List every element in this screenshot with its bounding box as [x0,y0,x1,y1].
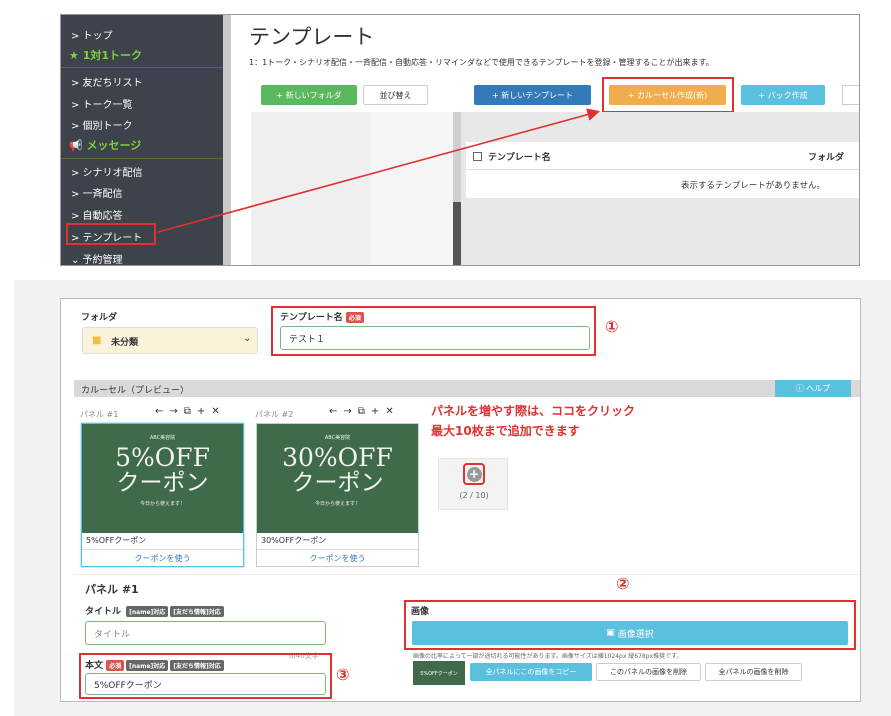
copy-icon[interactable]: ⧉ [358,406,371,417]
annotation-number-2: ② [616,574,630,593]
annotation-number-1: ① [605,317,619,336]
add-panel-area[interactable]: + (2 / 10) [438,458,508,510]
carousel-preview-label: カルーセル（プレビュー） [81,386,190,396]
folder-icon: ■ [92,335,102,346]
copy-image-all-button[interactable]: 全パネルにこの画像をコピー [470,663,592,681]
move-left-icon[interactable]: ← [329,406,343,417]
panel1-title: 5%OFFクーポン [86,536,147,545]
panel1-action[interactable]: クーポンを使う [82,549,243,564]
move-right-icon[interactable]: → [169,406,183,417]
image-thumbnail: 5%OFFクーポン [413,661,465,685]
carousel-editor: フォルダ ■ 未分類 ⌄ テンプレート名 必須 テスト１ ① カルーセル（プレビ… [60,298,861,702]
help-button[interactable]: ⓘ ヘルプ [775,380,851,397]
move-right-icon[interactable]: → [343,406,357,417]
chevron-down-icon: ⌄ [243,333,252,344]
panel1-card[interactable]: ABC美容院 5%OFF クーポン 今日から使えます！ 5%OFFクーポン クー… [81,423,244,567]
move-left-icon[interactable]: ← [155,406,169,417]
folder-label: フォルダ [81,313,118,323]
add-panel-button[interactable]: + [463,463,485,485]
panel1-toolbar: ←→⧉+✕ [155,406,226,417]
delete-image-all-button[interactable]: 全パネルの画像を削除 [705,663,802,681]
folder-select[interactable]: ■ 未分類 ⌄ [82,327,258,354]
folder-selected-value: 未分類 [111,338,139,348]
annotation-add-line1: パネルを増やす際は、ココをクリック [431,404,636,418]
image-note: 画像の比率によって一部が途切れる可能性があります。画像サイズは横1024px 縦… [413,653,683,660]
highlight-body [79,653,332,699]
panel2-header: パネル #2 [255,410,294,419]
panel-editor-heading: パネル #1 [85,583,139,596]
panel2-title: 30%OFFクーポン [261,536,327,545]
add-icon[interactable]: + [371,406,385,417]
annotation-number-3: ③ [336,665,350,684]
highlight-image [404,600,856,650]
panel2-action[interactable]: クーポンを使う [257,549,418,564]
add-icon[interactable]: + [197,406,211,417]
delete-image-this-button[interactable]: このパネルの画像を削除 [596,663,701,681]
arrow-to-carousel [157,108,601,233]
panel2-image: ABC美容院 30%OFF クーポン 今日から使えます！ [257,424,418,533]
delete-icon[interactable]: ✕ [211,406,225,417]
panel-count: (2 / 10) [459,491,489,500]
copy-icon[interactable]: ⧉ [184,406,197,417]
carousel-preview-header: カルーセル（プレビュー） ⓘ ヘルプ [74,380,860,397]
title-label: タイトル [name]対応 [友だち情報]対応 [85,604,224,617]
panel2-card[interactable]: ABC美容院 30%OFF クーポン 今日から使えます！ 30%OFFクーポン … [256,423,419,567]
delete-icon[interactable]: ✕ [385,406,399,417]
title-input[interactable]: タイトル [85,621,326,645]
annotation-add-line2: 最大10枚まで追加できます [431,424,580,438]
panel2-toolbar: ←→⧉+✕ [329,406,400,417]
panel1-header: パネル #1 [80,410,119,419]
highlight-template-name [271,306,596,356]
panel1-image: ABC美容院 5%OFF クーポン 今日から使えます！ [82,424,243,533]
plus-circle-icon: + [466,466,482,482]
